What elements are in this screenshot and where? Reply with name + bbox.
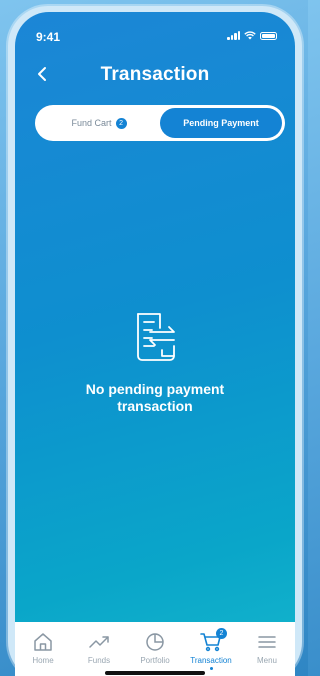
menu-icon <box>258 636 276 648</box>
home-icon <box>34 633 52 651</box>
battery-icon <box>260 31 277 40</box>
app-screen: 9:41 Transaction Fund Cart 2 Pending Pay… <box>15 12 295 676</box>
nav-label-home: Home <box>32 656 54 665</box>
empty-state: No pending payment transaction <box>15 310 295 415</box>
header: Transaction <box>15 62 295 88</box>
nav-item-portfolio[interactable]: Portfolio <box>127 632 183 665</box>
nav-item-home[interactable]: Home <box>15 632 71 665</box>
nav-label-funds: Funds <box>87 656 111 665</box>
status-icons <box>227 31 277 40</box>
status-bar: 9:41 <box>15 12 295 52</box>
nav-label-transaction: Transaction <box>190 656 232 665</box>
nav-item-transaction[interactable]: 2 Transaction <box>183 628 239 670</box>
document-transfer-icon <box>137 313 175 361</box>
tab-fund-cart[interactable]: Fund Cart 2 <box>38 108 160 138</box>
page-title: Transaction <box>100 64 210 85</box>
cart-badge: 2 <box>216 628 227 639</box>
nav-item-menu[interactable]: Menu <box>239 632 295 665</box>
tab-pending-payment-label: Pending Payment <box>183 118 259 128</box>
pie-chart-icon <box>146 633 164 651</box>
trending-up-icon <box>89 636 109 648</box>
nav-item-funds[interactable]: Funds <box>71 632 127 665</box>
status-time: 9:41 <box>36 30 61 44</box>
nav-label-menu: Menu <box>256 656 277 665</box>
signal-icon <box>227 31 240 40</box>
bottom-nav: Home Funds Portfolio 2 Transaction Menu <box>15 622 295 676</box>
wifi-icon <box>244 31 256 40</box>
nav-label-portfolio: Portfolio <box>140 656 170 665</box>
transaction-tabs: Fund Cart 2 Pending Payment <box>35 105 285 141</box>
tab-fund-cart-label: Fund Cart <box>71 118 112 128</box>
fund-cart-badge: 2 <box>115 117 127 129</box>
empty-state-message: No pending payment transaction <box>85 381 225 414</box>
active-indicator-dot <box>209 667 213 670</box>
home-indicator <box>105 671 205 675</box>
phone-frame: 9:41 Transaction Fund Cart 2 Pending Pay… <box>8 6 302 676</box>
tab-pending-payment[interactable]: Pending Payment <box>160 108 282 138</box>
